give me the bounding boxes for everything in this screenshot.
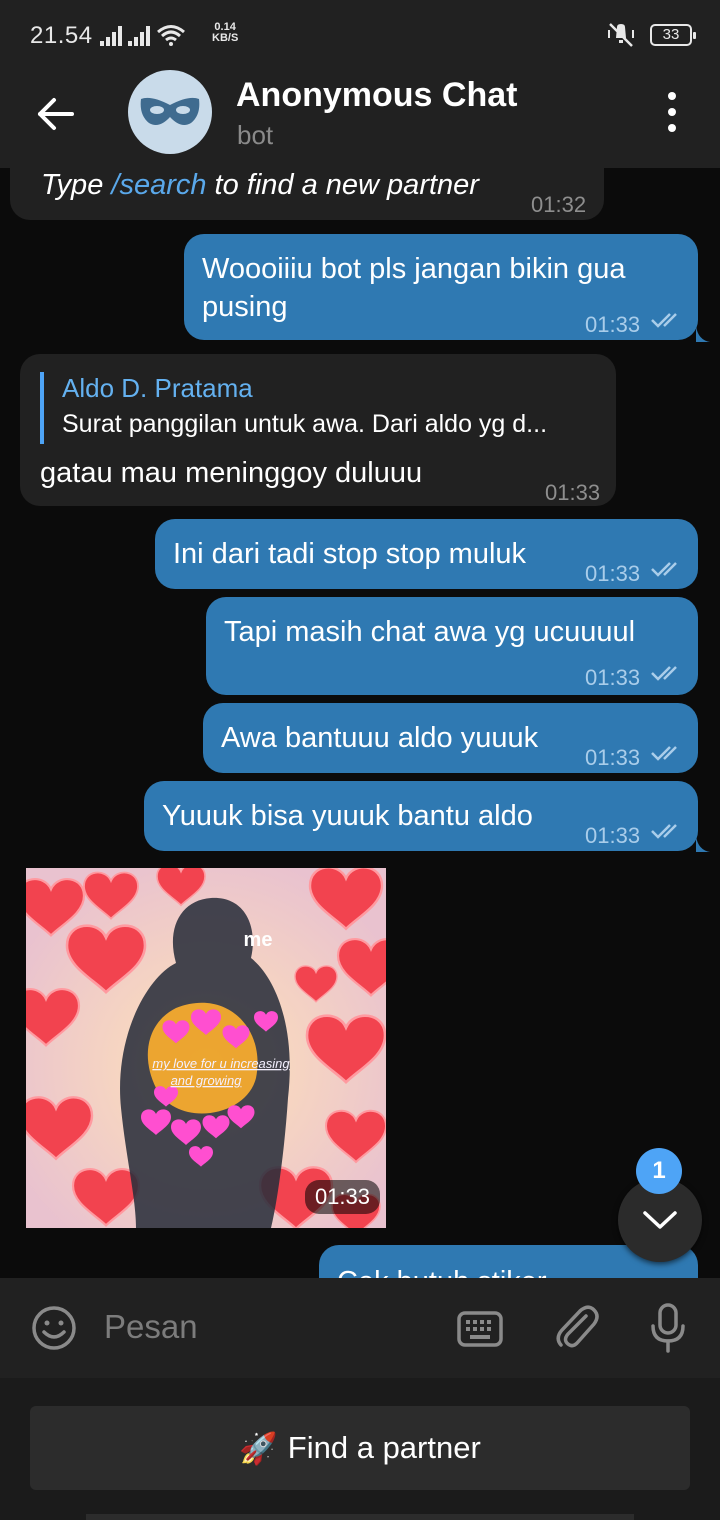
message-text: Tapi masih chat awa yg ucuuuul (224, 616, 636, 648)
message-text: Cek butuh stiker (337, 1263, 547, 1278)
signal-icon (100, 26, 122, 46)
rocket-icon: 🚀 (239, 1430, 278, 1466)
read-double-check-icon (651, 562, 677, 577)
message-text: gatau mau meninggoy duluuu (40, 457, 423, 489)
keyboard-row-strip (86, 1514, 634, 1520)
arrow-left-icon (38, 98, 74, 130)
outgoing-message[interactable]: Woooiiiu bot pls jangan bikin gua pusing… (184, 234, 698, 340)
wifi-icon (157, 25, 185, 46)
sticker-message[interactable]: me my love for u increasing and growing … (26, 868, 386, 1228)
search-command-link[interactable]: /search (111, 169, 206, 201)
message-time: 01:33 (585, 745, 641, 770)
keyboard-icon[interactable] (456, 1310, 504, 1348)
chat-title[interactable]: Anonymous Chat (236, 76, 517, 115)
dot-icon (668, 124, 676, 132)
hearts-sticker-image: me my love for u increasing and growing (26, 868, 386, 1228)
attach-paperclip-icon[interactable] (552, 1302, 600, 1352)
bot-keyboard: 🚀 Find a partner (0, 1378, 720, 1520)
message-time: 01:33 (585, 823, 641, 848)
network-speed: 0.14 KB/S (212, 21, 239, 44)
message-time: 01:32 (531, 192, 587, 217)
find-partner-button[interactable]: 🚀 Find a partner (30, 1406, 690, 1490)
signal-icons (100, 24, 186, 46)
message-time: 01:33 (545, 480, 601, 505)
battery-icon: 33 (650, 24, 696, 46)
incoming-message[interactable]: Type /search to find a new partner 01:32 (10, 168, 604, 220)
message-text: Yuuuk bisa yuuuk bantu aldo (162, 800, 533, 832)
read-double-check-icon (651, 824, 677, 839)
read-double-check-icon (651, 746, 677, 761)
message-text: Ini dari tadi stop stop muluk (173, 538, 527, 570)
sticker-label: me (244, 929, 273, 951)
message-time: 01:33 (304, 1180, 380, 1214)
chat-header: Anonymous Chat bot (0, 62, 720, 168)
microphone-icon[interactable] (648, 1302, 688, 1354)
message-input-bar: Pesan (0, 1278, 720, 1378)
unread-badge[interactable]: 1 (636, 1148, 682, 1194)
outgoing-message[interactable]: Ini dari tadi stop stop muluk 01:33 (155, 519, 698, 589)
status-bar: 21.54 0.14 KB/S 33 (0, 0, 720, 62)
message-list[interactable]: Type /search to find a new partner 01:32… (0, 168, 720, 1278)
read-double-check-icon (651, 313, 677, 328)
message-time: 01:33 (585, 312, 641, 337)
message-input[interactable]: Pesan (104, 1308, 198, 1346)
sticker-caption: and growing (171, 1073, 243, 1088)
bubble-tail (696, 326, 710, 342)
chat-subtitle: bot (237, 120, 274, 150)
reply-text: Surat panggilan untuk awa. Dari aldo yg … (62, 410, 548, 438)
outgoing-message[interactable]: Awa bantuuu aldo yuuuk 01:33 (203, 703, 698, 773)
back-button[interactable] (34, 92, 78, 136)
emoji-icon[interactable] (30, 1304, 78, 1352)
bubble-tail (696, 836, 710, 852)
signal-icon (128, 26, 150, 46)
reply-author: Aldo D. Pratama (62, 373, 253, 403)
dot-icon (668, 92, 676, 100)
vibrate-off-icon (608, 23, 634, 47)
message-text: Type /search to find a new partner (41, 169, 479, 201)
avatar[interactable] (128, 70, 212, 154)
outgoing-message[interactable]: Tapi masih chat awa yg ucuuuul 01:33 (206, 597, 698, 695)
find-partner-label: Find a partner (287, 1430, 481, 1465)
incoming-message[interactable]: Aldo D. Pratama Surat panggilan untuk aw… (20, 354, 616, 506)
more-options-button[interactable] (660, 92, 684, 132)
message-text: Awa bantuuu aldo yuuuk (221, 722, 539, 754)
message-time: 01:33 (585, 561, 641, 586)
dot-icon (668, 108, 676, 116)
outgoing-message[interactable]: Yuuuk bisa yuuuk bantu aldo 01:33 (144, 781, 698, 851)
reply-preview[interactable]: Aldo D. Pratama Surat panggilan untuk aw… (40, 372, 547, 444)
message-text: Woooiiiu bot pls jangan bikin gua pusing (202, 253, 626, 323)
mask-icon (140, 97, 200, 125)
sticker-caption: my love for u increasing (152, 1056, 290, 1071)
status-time: 21.54 (30, 22, 93, 49)
chevron-down-icon (643, 1211, 677, 1229)
read-double-check-icon (651, 666, 677, 681)
message-time: 01:33 (585, 665, 641, 690)
